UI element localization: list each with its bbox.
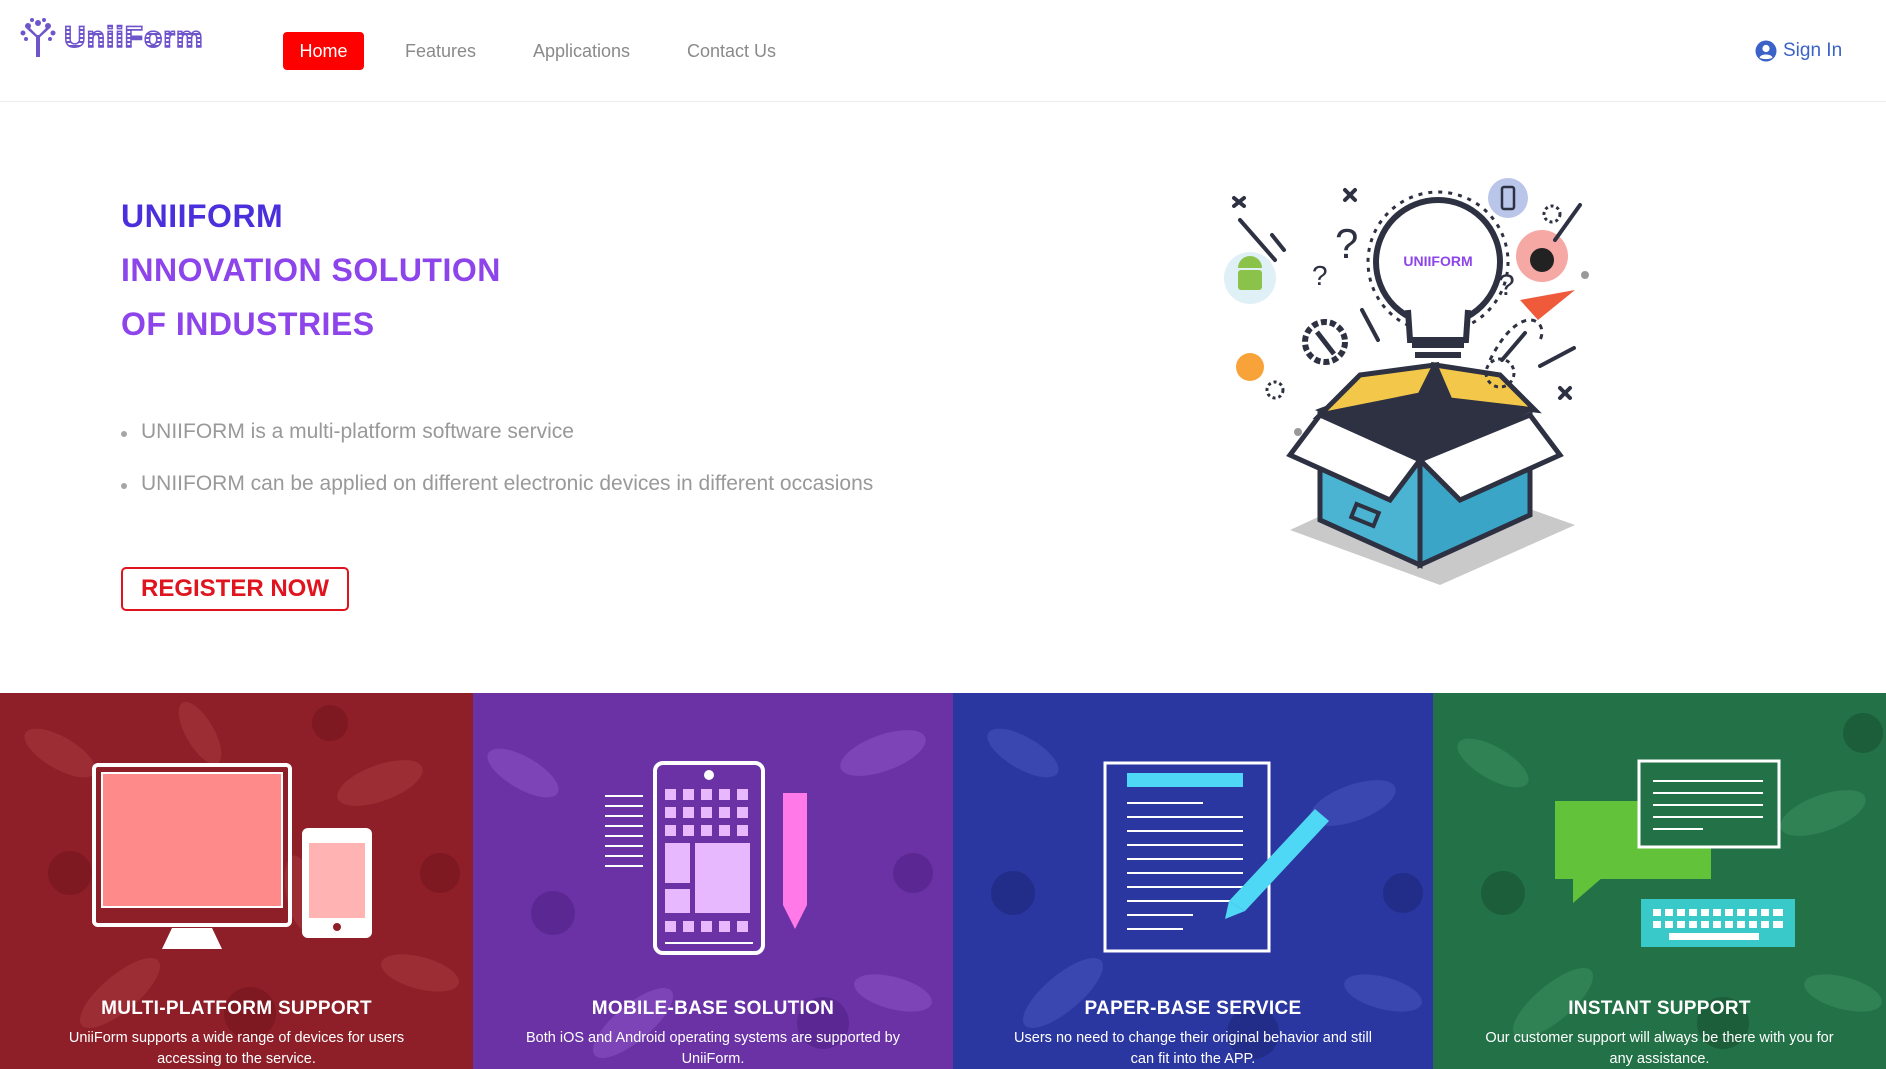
illustration-label: UNIIFORM bbox=[1403, 253, 1472, 269]
hero-title-line-1: UNIIFORM bbox=[121, 198, 284, 234]
tree-icon bbox=[20, 18, 56, 57]
top-navbar: UniiForm Home Features Applications Cont… bbox=[0, 0, 1886, 102]
mobile-app-icon bbox=[605, 761, 807, 955]
hero-title-line-3: OF INDUSTRIES bbox=[121, 306, 375, 342]
feature-description: Users no need to change their original b… bbox=[1014, 1030, 1372, 1067]
features-section: MULTI-PLATFORM SUPPORT UniiForm supports… bbox=[0, 693, 1886, 1069]
feature-card-mobile-base: MOBILE-BASE SOLUTION Both iOS and Androi… bbox=[473, 693, 953, 1069]
feature-description: Our customer support will always be ther… bbox=[1485, 1030, 1834, 1067]
nav-home[interactable]: Home bbox=[283, 32, 364, 70]
feature-description: UniiForm supports a wide range of device… bbox=[68, 1030, 405, 1067]
brand-name: UniiForm bbox=[63, 20, 204, 55]
nav-features[interactable]: Features bbox=[405, 32, 476, 70]
hero-bullet-list: UNIIFORM is a multi-platform software se… bbox=[121, 420, 873, 524]
feature-description: Both iOS and Android operating systems a… bbox=[526, 1030, 900, 1067]
feature-card-paper-base: PAPER-BASE SERVICE Users no need to chan… bbox=[953, 693, 1433, 1069]
hero-bullet: UNIIFORM can be applied on different ele… bbox=[121, 472, 873, 524]
register-now-button[interactable]: REGISTER NOW bbox=[121, 567, 349, 611]
feature-title: MULTI-PLATFORM SUPPORT bbox=[101, 998, 372, 1019]
sign-in-label: Sign In bbox=[1783, 40, 1843, 61]
feature-card-multi-platform: MULTI-PLATFORM SUPPORT UniiForm supports… bbox=[0, 693, 473, 1069]
sign-in-link[interactable]: Sign In bbox=[1755, 38, 1842, 64]
feature-title: INSTANT SUPPORT bbox=[1568, 998, 1751, 1019]
hero-bullet: UNIIFORM is a multi-platform software se… bbox=[121, 420, 873, 472]
svg-text:?: ? bbox=[1335, 220, 1358, 267]
feature-title: PAPER-BASE SERVICE bbox=[1084, 998, 1302, 1019]
user-circle-icon bbox=[1755, 40, 1777, 62]
document-pen-icon bbox=[1103, 761, 1329, 953]
svg-text:?: ? bbox=[1312, 260, 1328, 291]
nav-applications[interactable]: Applications bbox=[533, 32, 630, 70]
feature-card-instant-support: INSTANT SUPPORT Our customer support wil… bbox=[1433, 693, 1886, 1069]
chat-keyboard-icon bbox=[1555, 759, 1795, 947]
monitor-tablet-icon bbox=[92, 763, 372, 949]
feature-title: MOBILE-BASE SOLUTION bbox=[591, 998, 835, 1019]
innovation-box-illustration: UNIIFORM ? ? ? bbox=[1224, 178, 1589, 585]
nav-contact-us[interactable]: Contact Us bbox=[687, 32, 776, 70]
hero-title-line-2: INNOVATION SOLUTION bbox=[121, 252, 501, 288]
brand-logo[interactable]: UniiForm bbox=[18, 14, 228, 62]
svg-text:?: ? bbox=[1498, 269, 1515, 302]
